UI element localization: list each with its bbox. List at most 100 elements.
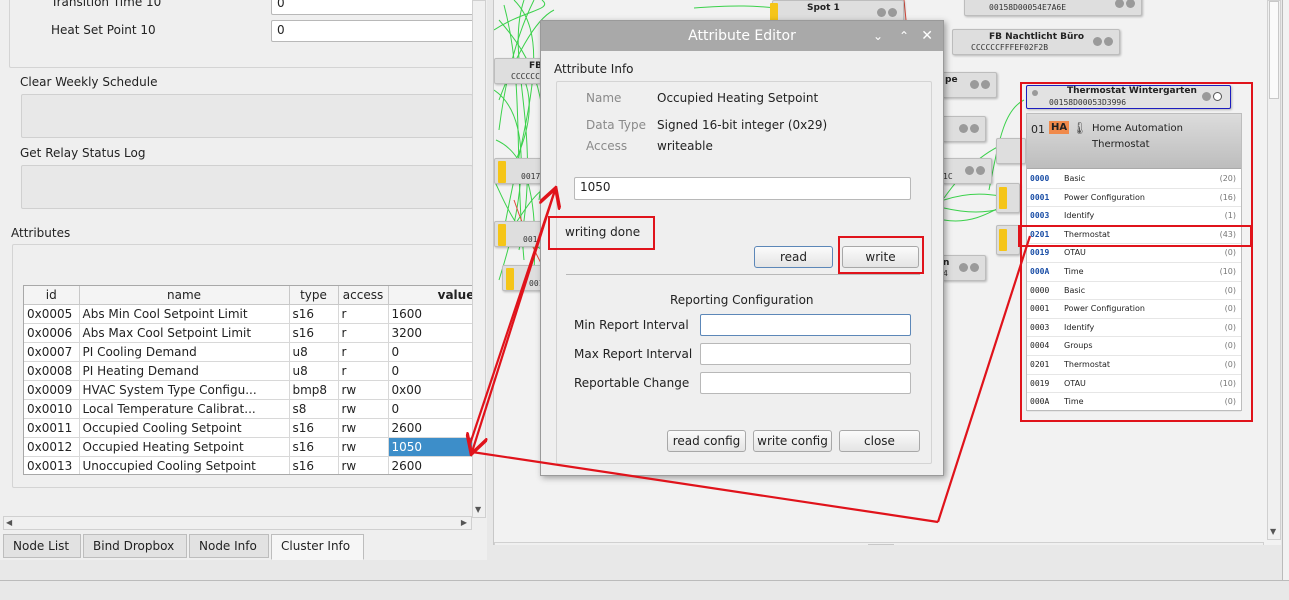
table-cell-access[interactable]: rw: [338, 456, 389, 474]
graph-horizontal-scrollbar[interactable]: ◀ ▶: [494, 542, 1264, 545]
table-cell-name[interactable]: PI Heating Demand: [79, 361, 290, 381]
table-row[interactable]: 0x0011 Occupied Cooling Setpoint s16 rw 2600: [24, 418, 472, 438]
table-cell-access[interactable]: rw: [338, 437, 389, 457]
clear-weekly-schedule-box[interactable]: [21, 94, 473, 138]
table-cell-type[interactable]: bmp8: [289, 380, 339, 400]
graph-node[interactable]: 00158D00054E7A6E: [964, 0, 1142, 16]
graph-node[interactable]: [996, 225, 1020, 255]
graph-node[interactable]: FB Nachtlicht Büro CCCCCCFFFEF02F2B: [952, 29, 1120, 55]
graph-node[interactable]: 001: [494, 221, 542, 247]
table-cell-access[interactable]: r: [338, 342, 389, 362]
table-cell-value[interactable]: 2600: [388, 456, 472, 474]
table-row[interactable]: 0x0008 PI Heating Demand u8 r 0: [24, 361, 472, 381]
table-row[interactable]: 0x0009 HVAC System Type Configu... bmp8 rw 0…: [24, 380, 472, 400]
table-row[interactable]: 0x0006 Abs Max Cool Setpoint Limit s16 r 320…: [24, 323, 472, 343]
graph-node[interactable]: FB CCCCCC: [494, 58, 542, 84]
scroll-left-icon[interactable]: ◀: [6, 518, 12, 527]
table-cell-value[interactable]: 1050: [388, 437, 472, 457]
scroll-right-icon[interactable]: ▶: [461, 518, 467, 527]
graph-node[interactable]: n 4: [942, 255, 986, 281]
tab-cluster-info[interactable]: Cluster Info: [271, 534, 364, 560]
dialog-titlebar[interactable]: Attribute Editor ⌄ ⌃ ✕: [541, 21, 943, 51]
table-cell-type[interactable]: s8: [289, 399, 339, 419]
table-cell-id[interactable]: 0x0006: [24, 323, 80, 343]
table-cell-access[interactable]: r: [338, 304, 389, 324]
table-cell-id[interactable]: 0x0013: [24, 456, 80, 474]
table-cell-access[interactable]: rw: [338, 399, 389, 419]
table-row[interactable]: 0x0005 Abs Min Cool Setpoint Limit s16 r 160…: [24, 304, 472, 324]
scroll-right-icon[interactable]: ▶: [1245, 544, 1251, 545]
table-cell-id[interactable]: 0x0007: [24, 342, 80, 362]
table-cell-name[interactable]: Abs Min Cool Setpoint Limit: [79, 304, 290, 324]
graph-node[interactable]: pe: [942, 72, 997, 98]
column-header-id[interactable]: id: [24, 286, 80, 305]
graph-node[interactable]: 0017: [494, 158, 542, 184]
table-cell-access[interactable]: r: [338, 323, 389, 343]
graph-node[interactable]: 1C: [942, 158, 992, 184]
read-config-button[interactable]: read config: [667, 430, 746, 452]
scroll-down-icon[interactable]: ▼: [475, 505, 481, 514]
write-config-button[interactable]: write config: [753, 430, 832, 452]
table-cell-value[interactable]: 0: [388, 399, 472, 419]
tab-node-list[interactable]: Node List: [3, 534, 81, 558]
read-button[interactable]: read: [754, 246, 833, 268]
tab-node-info[interactable]: Node Info: [189, 534, 269, 558]
table-row[interactable]: 0x0007 PI Cooling Demand u8 r 0: [24, 342, 472, 362]
scroll-thumb[interactable]: [868, 544, 894, 545]
attribute-value-input[interactable]: 1050: [574, 177, 911, 200]
table-cell-value[interactable]: 0: [388, 361, 472, 381]
table-cell-name[interactable]: Abs Max Cool Setpoint Limit: [79, 323, 290, 343]
graph-node[interactable]: [996, 183, 1020, 213]
table-cell-type[interactable]: s16: [289, 418, 339, 438]
table-cell-type[interactable]: s16: [289, 456, 339, 474]
table-cell-value[interactable]: 1600: [388, 304, 472, 324]
table-row[interactable]: 0x0010 Local Temperature Calibrat... s8 rw 0: [24, 399, 472, 419]
close-icon[interactable]: ✕: [921, 21, 933, 51]
table-cell-type[interactable]: s16: [289, 323, 339, 343]
table-cell-id[interactable]: 0x0010: [24, 399, 80, 419]
scroll-thumb[interactable]: [1269, 1, 1279, 99]
table-cell-id[interactable]: 0x0011: [24, 418, 80, 438]
table-cell-type[interactable]: u8: [289, 361, 339, 381]
table-cell-value[interactable]: 3200: [388, 323, 472, 343]
table-cell-name[interactable]: Occupied Cooling Setpoint: [79, 418, 290, 438]
scroll-left-icon[interactable]: ◀: [498, 544, 504, 545]
graph-node[interactable]: [942, 116, 986, 142]
graph-vertical-scrollbar[interactable]: ▼: [1267, 0, 1281, 540]
horizontal-scrollbar[interactable]: ◀ ▶: [3, 516, 472, 530]
scroll-down-icon[interactable]: ▼: [1270, 527, 1276, 536]
reportable-change-input[interactable]: [700, 372, 911, 394]
column-header-name[interactable]: name: [79, 286, 290, 305]
close-button[interactable]: close: [839, 430, 920, 452]
table-cell-id[interactable]: 0x0008: [24, 361, 80, 381]
table-cell-access[interactable]: rw: [338, 380, 389, 400]
table-cell-value[interactable]: 2600: [388, 418, 472, 438]
table-cell-id[interactable]: 0x0005: [24, 304, 80, 324]
max-report-interval-input[interactable]: [700, 343, 911, 365]
maximize-icon[interactable]: ⌃: [899, 21, 909, 51]
table-row[interactable]: 0x0012 Occupied Heating Setpoint s16 rw 1050: [24, 437, 472, 457]
vertical-scrollbar[interactable]: ▼: [472, 0, 486, 518]
table-cell-name[interactable]: Unoccupied Cooling Setpoint: [79, 456, 290, 474]
table-cell-name[interactable]: Local Temperature Calibrat...: [79, 399, 290, 419]
table-cell-id[interactable]: 0x0009: [24, 380, 80, 400]
table-cell-access[interactable]: r: [338, 361, 389, 381]
min-report-interval-input[interactable]: [700, 314, 911, 336]
table-cell-type[interactable]: s16: [289, 437, 339, 457]
column-header-type[interactable]: type: [289, 286, 339, 305]
column-header-access[interactable]: access: [338, 286, 389, 305]
table-cell-type[interactable]: s16: [289, 304, 339, 324]
table-cell-value[interactable]: 0: [388, 342, 472, 362]
table-cell-access[interactable]: rw: [338, 418, 389, 438]
tab-bind-dropbox[interactable]: Bind Dropbox: [83, 534, 187, 558]
minimize-icon[interactable]: ⌄: [873, 21, 883, 51]
table-cell-name[interactable]: Occupied Heating Setpoint: [79, 437, 290, 457]
graph-node[interactable]: 001: [502, 265, 543, 291]
table-cell-name[interactable]: PI Cooling Demand: [79, 342, 290, 362]
table-cell-value[interactable]: 0x00: [388, 380, 472, 400]
table-cell-id[interactable]: 0x0012: [24, 437, 80, 457]
get-relay-status-log-box[interactable]: [21, 165, 473, 209]
table-cell-name[interactable]: HVAC System Type Configu...: [79, 380, 290, 400]
table-row[interactable]: 0x0013 Unoccupied Cooling Setpoint s16 rw 26…: [24, 456, 472, 474]
table-cell-type[interactable]: u8: [289, 342, 339, 362]
